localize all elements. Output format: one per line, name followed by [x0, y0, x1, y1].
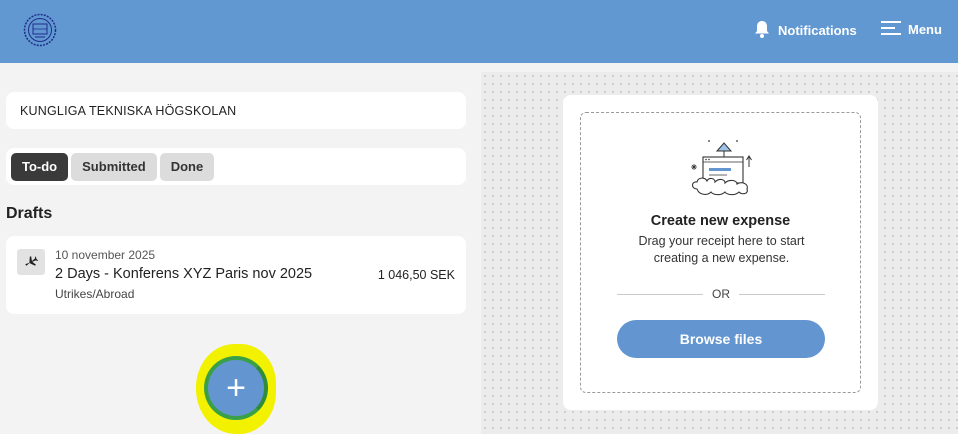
expense-list-panel: KUNGLIGA TEKNISKA HÖGSKOLAN To-do Submit…	[0, 63, 480, 434]
plus-icon: +	[226, 368, 246, 407]
tab-to-do[interactable]: To-do	[11, 152, 69, 181]
kth-logo[interactable]	[23, 12, 57, 48]
menu-button[interactable]: Menu	[880, 19, 942, 40]
drafts-heading: Drafts	[6, 205, 53, 222]
status-tabs: To-do Submitted Done	[6, 148, 466, 185]
top-bar: Notifications Menu	[0, 0, 958, 63]
or-label: OR	[712, 287, 730, 301]
or-divider: OR	[617, 287, 825, 301]
hamburger-icon	[880, 19, 902, 40]
receipt-drop-zone[interactable]: Create new expense Drag your receipt her…	[580, 112, 861, 393]
draft-expense-card[interactable]: 10 november 2025 2 Days - Konferens XYZ …	[6, 236, 466, 314]
notifications-button[interactable]: Notifications	[752, 19, 857, 42]
organization-name: KUNGLIGA TEKNISKA HÖGSKOLAN	[20, 103, 237, 118]
upload-card: Create new expense Drag your receipt her…	[563, 95, 878, 410]
airplane-icon	[17, 249, 45, 275]
draft-title: 2 Days - Konferens XYZ Paris nov 2025	[55, 266, 313, 282]
bell-icon	[752, 19, 772, 42]
draft-amount: 1 046,50 SEK	[377, 268, 455, 282]
draft-category: Utrikes/Abroad	[55, 287, 135, 301]
draft-date: 10 november 2025	[55, 248, 156, 262]
organization-selector[interactable]: KUNGLIGA TEKNISKA HÖGSKOLAN	[6, 92, 466, 129]
add-expense-button[interactable]: +	[204, 356, 268, 420]
tab-done[interactable]: Done	[159, 152, 215, 181]
tab-submitted[interactable]: Submitted	[71, 152, 157, 181]
upload-panel: Create new expense Drag your receipt her…	[481, 72, 958, 434]
create-expense-description: Drag your receipt here to start creating…	[638, 234, 805, 265]
menu-label: Menu	[908, 22, 942, 37]
divider-line	[739, 293, 825, 295]
create-expense-title: Create new expense	[650, 213, 791, 229]
divider-line	[617, 293, 703, 295]
browse-files-button[interactable]: Browse files	[617, 320, 825, 358]
upload-cloud-illustration-icon	[687, 137, 757, 199]
notifications-label: Notifications	[778, 23, 857, 38]
